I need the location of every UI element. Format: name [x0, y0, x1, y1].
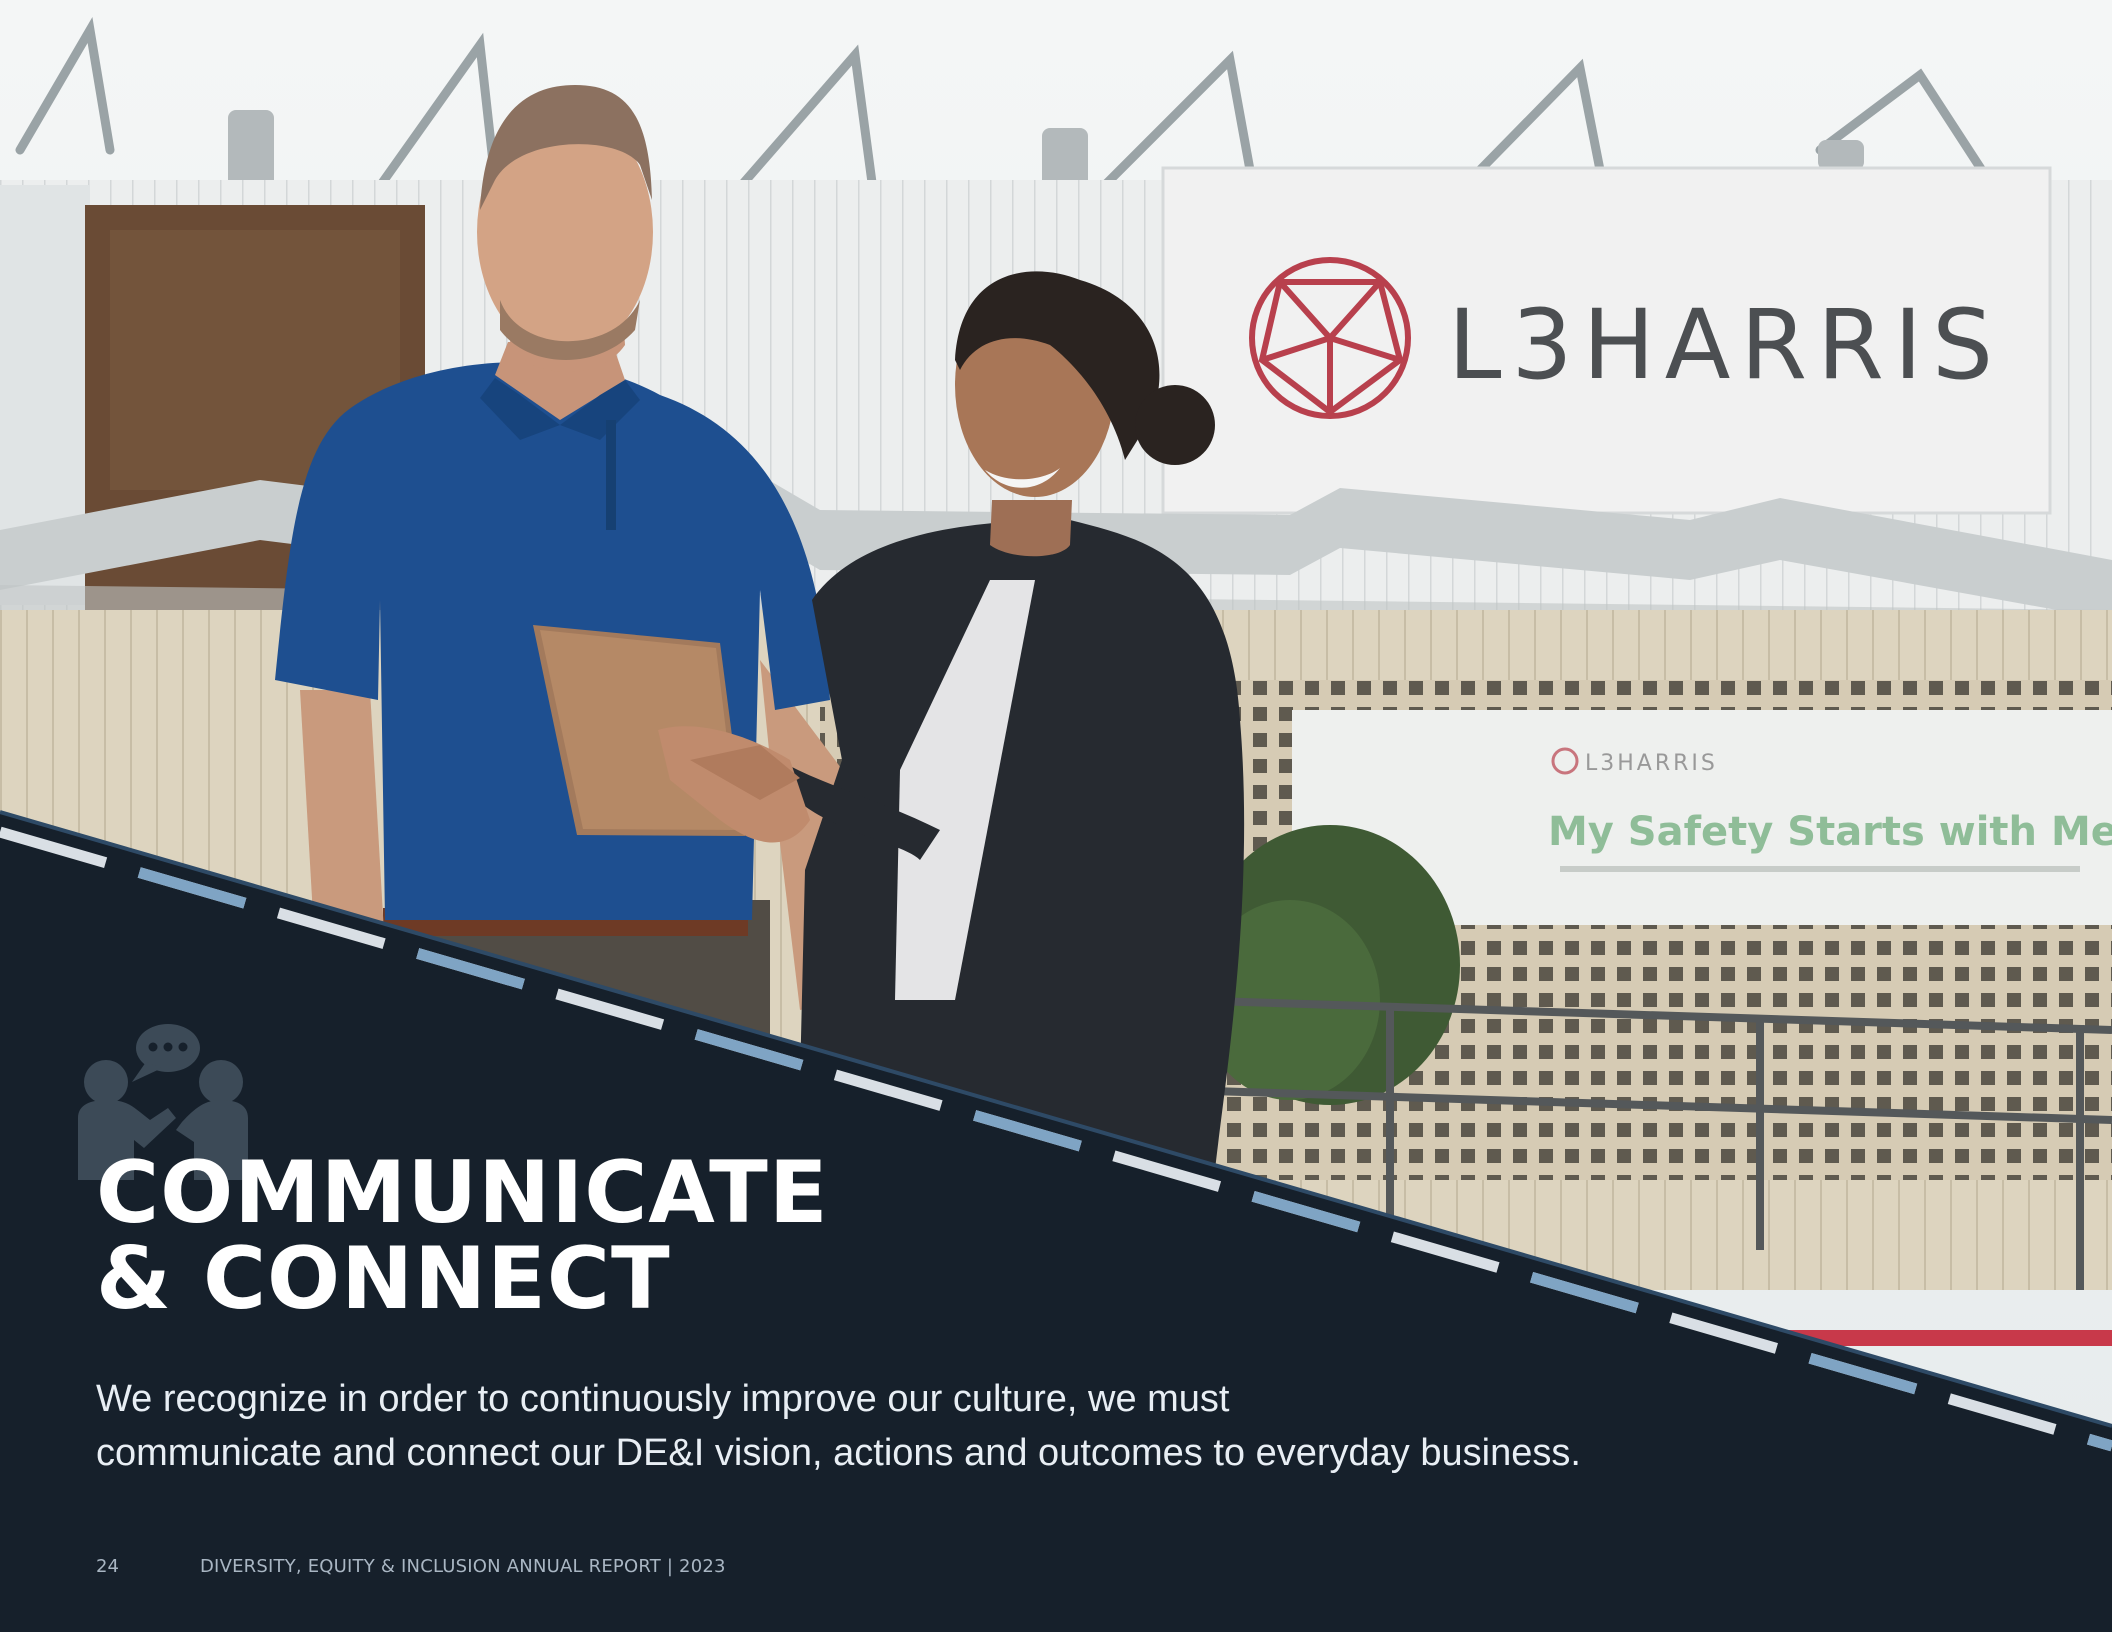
sign-logo-text: L3HARRIS: [1448, 289, 2003, 401]
page-number: 24: [96, 1556, 119, 1577]
page-title-line-1: COMMUNICATE: [96, 1143, 829, 1243]
banner-logo-text: L3HARRIS: [1585, 751, 1718, 776]
page-title: COMMUNICATE & CONNECT: [96, 1150, 829, 1322]
intro-paragraph: We recognize in order to continuously im…: [96, 1372, 1736, 1480]
report-title-footer: DIVERSITY, EQUITY & INCLUSION ANNUAL REP…: [200, 1556, 726, 1577]
page-title-line-2: & CONNECT: [96, 1229, 671, 1329]
intro-line-1: We recognize in order to continuously im…: [96, 1378, 1230, 1420]
intro-line-2: communicate and connect our DE&I vision,…: [96, 1432, 1581, 1474]
building-sign: L3HARRIS: [1161, 166, 2052, 515]
banner-slogan-text: My Safety Starts with Me: [1548, 809, 2112, 855]
